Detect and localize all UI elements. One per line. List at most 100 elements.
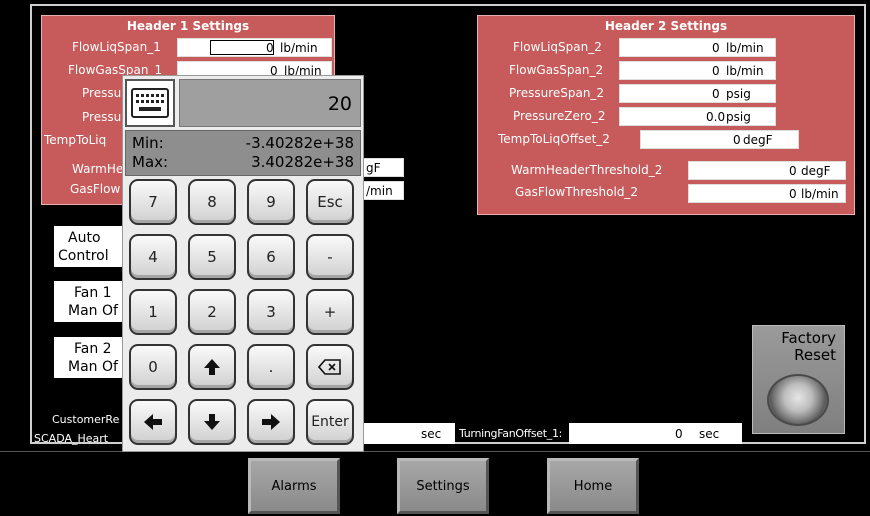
field-value: 0 xyxy=(733,133,741,147)
header2-warmheaderthreshold-field[interactable]: 0 degF xyxy=(688,161,846,180)
header1-gasflow-field[interactable]: /min xyxy=(362,181,404,200)
header2-gasflowthreshold-field[interactable]: 0 lb/min xyxy=(688,184,846,203)
fan2-line1: Fan 2 xyxy=(74,341,112,357)
factory-reset-line2: Reset xyxy=(794,346,836,364)
field-unit: degF xyxy=(743,133,773,147)
field-value: 0.0 xyxy=(706,110,726,124)
turning-fan-offset-field[interactable]: 0 sec xyxy=(569,423,742,444)
field-unit: gF xyxy=(366,161,381,175)
header2-label-flowgasspan: FlowGasSpan_2 xyxy=(509,63,604,77)
keypad-range: Min: -3.40282e+38 Max: 3.40282e+38 xyxy=(125,130,361,176)
header2-flowliqspan-field[interactable]: 0 lb/min xyxy=(619,38,776,57)
header1-title: Header 1 Settings xyxy=(126,19,250,33)
factory-reset-line1: Factory xyxy=(781,329,836,347)
header2-pressurespan-field[interactable]: 0 psig xyxy=(619,84,776,103)
header1-label-flowliqspan: FlowLiqSpan_1 xyxy=(72,40,161,54)
left-arrow-icon xyxy=(144,414,162,430)
header2-temptoliqoffset-field[interactable]: 0 degF xyxy=(640,130,799,149)
key-3[interactable]: 3 xyxy=(247,289,295,335)
fan2-line2: Man Of xyxy=(68,359,118,375)
min-label: Min: xyxy=(132,134,164,152)
key-plus[interactable]: + xyxy=(306,289,354,335)
field-value: 0 xyxy=(712,64,720,78)
backspace-icon xyxy=(318,359,341,375)
field-value: 0 xyxy=(789,187,797,201)
key-6[interactable]: 6 xyxy=(247,234,295,280)
field-unit: /min xyxy=(366,184,393,198)
factory-reset-label: Factory Reset xyxy=(753,330,844,364)
factory-reset-button[interactable]: Factory Reset xyxy=(752,325,845,434)
header2-flowgasspan-field[interactable]: 0 lb/min xyxy=(619,61,776,80)
field-value: 0 xyxy=(712,41,720,55)
header2-title: Header 2 Settings xyxy=(604,19,728,33)
key-9[interactable]: 9 xyxy=(247,179,295,225)
auto-control-line1: Auto xyxy=(68,230,101,246)
field-value: 0 xyxy=(266,41,274,55)
key-2[interactable]: 2 xyxy=(188,289,236,335)
header1-label-warmheader: WarmHe xyxy=(72,162,124,176)
key-backspace[interactable] xyxy=(306,344,354,390)
header2-panel: Header 2 Settings FlowLiqSpan_2 0 lb/min… xyxy=(477,15,855,215)
fan1-line1: Fan 1 xyxy=(74,285,112,301)
field-unit: psig xyxy=(726,110,751,124)
header2-pressurezero-field[interactable]: 0.0 psig xyxy=(619,107,776,126)
header2-label-pressurespan: PressureSpan_2 xyxy=(509,86,605,100)
key-1[interactable]: 1 xyxy=(129,289,177,335)
fan2-manual-button[interactable]: Fan 2 Man Of xyxy=(54,337,124,378)
keypad-display: 20 xyxy=(179,79,361,127)
turning-fan-offset-label: TurningFanOffset_1: xyxy=(459,427,563,440)
field-unit: sec xyxy=(421,427,442,441)
min-value: -3.40282e+38 xyxy=(245,134,354,152)
field-unit: degF xyxy=(801,164,831,178)
key-right-arrow[interactable] xyxy=(247,399,295,445)
fan1-manual-button[interactable]: Fan 1 Man Of xyxy=(54,281,124,322)
header1-label-temptoliq: TempToLiq xyxy=(44,133,107,147)
header2-label-pressurezero: PressureZero_2 xyxy=(513,109,606,123)
fan1-line2: Man Of xyxy=(68,303,118,319)
auto-control-button[interactable]: Auto Control xyxy=(54,226,124,267)
header2-label-flowliqspan: FlowLiqSpan_2 xyxy=(513,40,602,54)
header1-label-gasflow: GasFlow xyxy=(70,182,121,196)
max-label: Max: xyxy=(132,153,169,171)
field-value: 0 xyxy=(789,164,797,178)
numeric-keypad: 20 Min: -3.40282e+38 Max: 3.40282e+38 7 … xyxy=(122,75,364,452)
header2-label-gasflowthreshold: GasFlowThreshold_2 xyxy=(515,185,639,199)
header2-label-warmheaderthreshold: WarmHeaderThreshold_2 xyxy=(511,163,663,177)
scada-label: SCADA_Heart xyxy=(34,432,109,445)
key-decimal[interactable]: . xyxy=(247,344,295,390)
field-unit: lb/min xyxy=(801,187,839,201)
reset-knob-icon xyxy=(767,374,829,426)
key-7[interactable]: 7 xyxy=(129,179,177,225)
keyboard-icon xyxy=(125,79,175,127)
field-unit: psig xyxy=(726,87,751,101)
key-5[interactable]: 5 xyxy=(188,234,236,280)
key-esc[interactable]: Esc xyxy=(306,179,354,225)
header1-warmheader-field[interactable]: gF xyxy=(362,158,404,177)
field-unit: lb/min xyxy=(726,64,764,78)
field-unit: sec xyxy=(699,427,720,441)
auto-control-line2: Control xyxy=(58,248,109,264)
down-arrow-icon xyxy=(204,414,220,430)
field-unit: lb/min xyxy=(280,41,318,55)
customer-label: CustomerRe xyxy=(52,413,120,426)
settings-button[interactable]: Settings xyxy=(397,458,489,514)
key-up-arrow[interactable] xyxy=(188,344,236,390)
right-arrow-icon xyxy=(262,414,280,430)
field-unit: lb/min xyxy=(726,41,764,55)
header2-label-temptoliqoffset: TempToLiqOffset_2 xyxy=(498,132,610,146)
home-button[interactable]: Home xyxy=(547,458,639,514)
field-value: 0 xyxy=(712,87,720,101)
key-minus[interactable]: - xyxy=(306,234,354,280)
header1-flowliqspan-field[interactable]: 0 lb/min xyxy=(177,38,332,57)
scada-heartbeat-field[interactable]: sec xyxy=(364,423,455,444)
alarms-button[interactable]: Alarms xyxy=(248,458,340,514)
key-left-arrow[interactable] xyxy=(129,399,177,445)
up-arrow-icon xyxy=(204,359,220,375)
field-value: 0 xyxy=(675,427,683,441)
key-down-arrow[interactable] xyxy=(188,399,236,445)
key-enter[interactable]: Enter xyxy=(306,399,354,445)
key-4[interactable]: 4 xyxy=(129,234,177,280)
key-8[interactable]: 8 xyxy=(188,179,236,225)
max-value: 3.40282e+38 xyxy=(251,153,354,171)
key-0[interactable]: 0 xyxy=(129,344,177,390)
